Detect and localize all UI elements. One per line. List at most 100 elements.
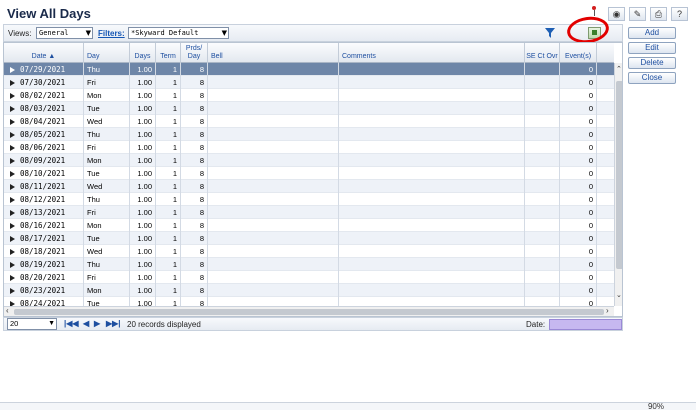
funnel-icon[interactable] [545, 28, 555, 38]
cell-comments [339, 154, 525, 167]
table-row[interactable]: 08/03/2021 Tue 1.00 1 8 0 [4, 102, 614, 115]
col-events[interactable]: Event(s) [560, 43, 597, 63]
filters-select[interactable]: *Skyward Default ▼ [128, 27, 229, 39]
scroll-left-icon[interactable]: ‹ [6, 306, 9, 315]
scroll-right-icon[interactable]: › [606, 306, 609, 315]
cell-days: 1.00 [130, 271, 156, 284]
table-row[interactable]: 08/04/2021 Wed 1.00 1 8 0 [4, 115, 614, 128]
camera-icon[interactable]: ◉ [608, 7, 625, 21]
table-row[interactable]: 08/20/2021 Fri 1.00 1 8 0 [4, 271, 614, 284]
status-bar: 90% [0, 402, 696, 410]
cell-events: 0 [560, 63, 597, 76]
cell-date: 08/10/2021 [4, 167, 84, 180]
scroll-up-icon[interactable]: ⌃ [616, 65, 622, 73]
zoom-level[interactable]: 90% [648, 402, 664, 410]
table-row[interactable]: 07/29/2021 Thu 1.00 1 8 0 [4, 63, 614, 76]
cell-se [525, 76, 560, 89]
cell-events: 0 [560, 206, 597, 219]
cell-days: 1.00 [130, 76, 156, 89]
table-row[interactable]: 08/18/2021 Wed 1.00 1 8 0 [4, 245, 614, 258]
cell-comments [339, 245, 525, 258]
cell-date: 08/12/2021 [4, 193, 84, 206]
page-size-select[interactable]: 20 ▼ [7, 318, 57, 330]
cell-se [525, 89, 560, 102]
cell-term: 1 [156, 89, 181, 102]
scroll-down-icon[interactable]: ⌄ [616, 291, 622, 299]
table-row[interactable]: 08/05/2021 Thu 1.00 1 8 0 [4, 128, 614, 141]
table-row[interactable]: 08/09/2021 Mon 1.00 1 8 0 [4, 154, 614, 167]
col-comments[interactable]: Comments [339, 43, 525, 63]
col-bell[interactable]: Bell [208, 43, 339, 63]
cell-days: 1.00 [130, 115, 156, 128]
cell-prds: 8 [181, 128, 208, 141]
last-page-icon[interactable]: ▶▶| [106, 319, 121, 328]
add-button[interactable]: Add [628, 27, 676, 39]
cell-bell [208, 245, 339, 258]
horizontal-scroll-thumb[interactable] [14, 309, 604, 315]
cell-events: 0 [560, 193, 597, 206]
cell-date: 08/23/2021 [4, 284, 84, 297]
cell-date: 08/04/2021 [4, 115, 84, 128]
table-row[interactable]: 08/10/2021 Tue 1.00 1 8 0 [4, 167, 614, 180]
table-row[interactable]: 08/13/2021 Fri 1.00 1 8 0 [4, 206, 614, 219]
col-prds-day[interactable]: Prds/ Day [181, 43, 208, 63]
filters-link[interactable]: Filters: [98, 29, 125, 38]
col-date[interactable]: Date ▲ [4, 43, 84, 63]
cell-prds: 8 [181, 271, 208, 284]
chevron-down-icon: ▼ [221, 29, 227, 37]
cell-date: 08/20/2021 [4, 271, 84, 284]
table-row[interactable]: 08/02/2021 Mon 1.00 1 8 0 [4, 89, 614, 102]
horizontal-scrollbar[interactable]: ‹ › [4, 306, 614, 316]
chevron-down-icon: ▼ [48, 320, 55, 327]
cell-se [525, 180, 560, 193]
table-row[interactable]: 07/30/2021 Fri 1.00 1 8 0 [4, 76, 614, 89]
pin-icon[interactable] [591, 6, 597, 16]
notes-icon[interactable]: ✎ [629, 7, 646, 21]
table-row[interactable]: 08/11/2021 Wed 1.00 1 8 0 [4, 180, 614, 193]
col-days[interactable]: Days [130, 43, 156, 63]
table-row[interactable]: 08/16/2021 Mon 1.00 1 8 0 [4, 219, 614, 232]
cell-days: 1.00 [130, 258, 156, 271]
cell-comments [339, 167, 525, 180]
edit-button[interactable]: Edit [628, 42, 676, 54]
vertical-scroll-thumb[interactable] [616, 81, 622, 269]
cell-term: 1 [156, 219, 181, 232]
views-select[interactable]: General ▼ [36, 27, 93, 39]
cell-day: Wed [84, 180, 130, 193]
days-grid: Date ▲ Day Days Term Prds/ Day Bell Comm… [3, 42, 623, 317]
table-row[interactable]: 08/17/2021 Tue 1.00 1 8 0 [4, 232, 614, 245]
close-button[interactable]: Close [628, 72, 676, 84]
col-se-ct-ovr[interactable]: SE Ct Ovr [525, 43, 560, 63]
cell-days: 1.00 [130, 102, 156, 115]
date-input[interactable] [549, 319, 622, 330]
delete-button[interactable]: Delete [628, 57, 676, 69]
cell-date: 08/11/2021 [4, 180, 84, 193]
table-row[interactable]: 08/23/2021 Mon 1.00 1 8 0 [4, 284, 614, 297]
table-row[interactable]: 08/19/2021 Thu 1.00 1 8 0 [4, 258, 614, 271]
cell-prds: 8 [181, 76, 208, 89]
cell-comments [339, 284, 525, 297]
cell-comments [339, 63, 525, 76]
help-icon[interactable]: ? [671, 7, 688, 21]
cell-prds: 8 [181, 167, 208, 180]
cell-events: 0 [560, 245, 597, 258]
vertical-scrollbar[interactable]: ⌃ ⌄ [614, 63, 622, 306]
col-day[interactable]: Day [84, 43, 130, 63]
cell-term: 1 [156, 141, 181, 154]
col-term[interactable]: Term [156, 43, 181, 63]
cell-se [525, 115, 560, 128]
table-row[interactable]: 08/06/2021 Fri 1.00 1 8 0 [4, 141, 614, 154]
first-page-icon[interactable]: |◀◀ [64, 319, 79, 328]
print-icon[interactable]: ⎙ [650, 7, 667, 21]
cell-days: 1.00 [130, 128, 156, 141]
cell-date: 07/30/2021 [4, 76, 84, 89]
table-row[interactable]: 08/12/2021 Thu 1.00 1 8 0 [4, 193, 614, 206]
prev-page-icon[interactable]: ◀ [83, 319, 89, 328]
next-page-icon[interactable]: ▶ [94, 319, 100, 328]
filters-select-value: *Skyward Default [131, 29, 199, 37]
cell-prds: 8 [181, 232, 208, 245]
cell-day: Thu [84, 128, 130, 141]
cell-date: 08/09/2021 [4, 154, 84, 167]
cell-days: 1.00 [130, 167, 156, 180]
cell-se [525, 284, 560, 297]
